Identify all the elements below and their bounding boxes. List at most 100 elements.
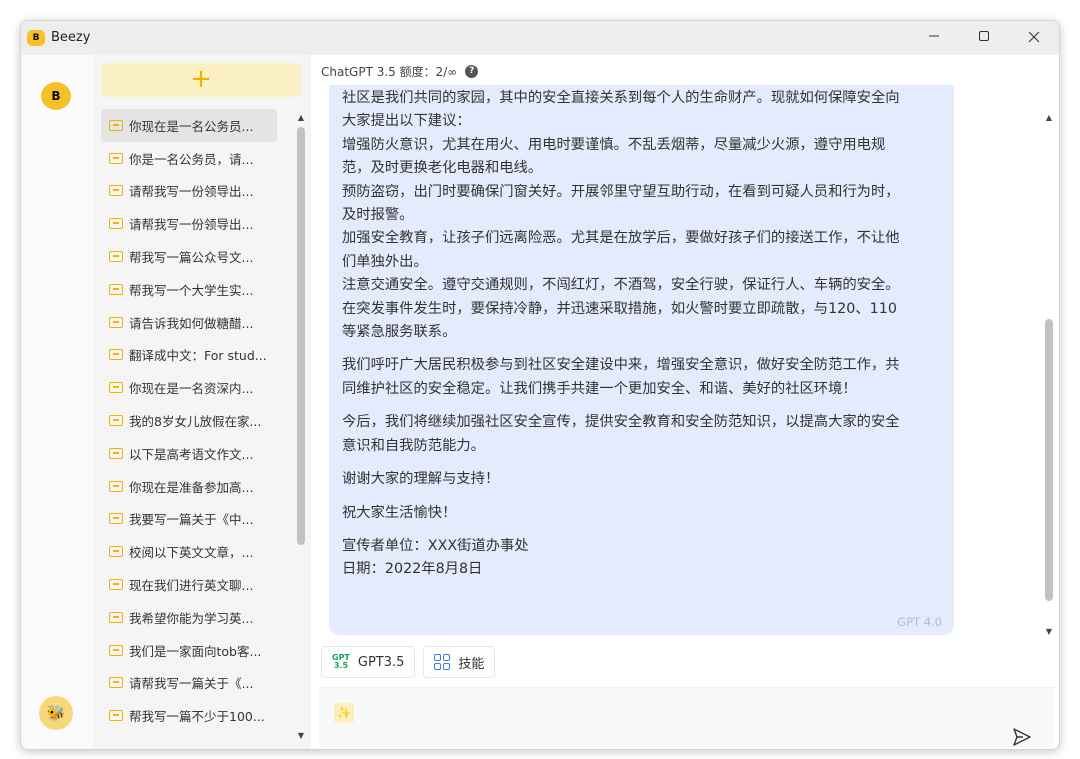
minimize-icon [929, 35, 939, 37]
sidebar-item-chat[interactable]: 校阅以下英文文章，... [101, 535, 277, 568]
chat-bubble-icon [109, 644, 123, 656]
sidebar-item-chat[interactable]: 我要写一篇关于《中... [101, 503, 277, 536]
chat-bubble-icon [109, 185, 123, 197]
message-input-area[interactable]: ✨ [319, 687, 1055, 747]
sidebar-item-label: 现在我们进行英文聊... [129, 578, 254, 594]
skills-button[interactable]: 技能 [423, 646, 496, 678]
sidebar-scrollbar[interactable]: ▲ ▼ [294, 109, 308, 749]
model-quota-bar: ChatGPT 3.5 额度：2/∞ ? [321, 61, 479, 81]
sidebar-item-label: 以下是高考语文作文... [129, 446, 254, 462]
sidebar-item-chat[interactable]: 帮我写一篇不少于100... [101, 699, 277, 732]
message-paragraph: 我们呼吁广大居民积极参与到社区安全建设中来，增强安全意识，做好安全防范工作，共同… [342, 354, 947, 401]
sidebar-item-label: 请帮我写一篇关于《... [129, 676, 254, 692]
chat-bubble-icon [109, 480, 123, 492]
new-chat-button[interactable]: + [101, 63, 301, 97]
sidebar-item-label: 你是一名公务员，请... [129, 151, 254, 167]
sidebar-item-chat[interactable]: 你现在是准备参加高... [101, 470, 277, 503]
sidebar-scroll-thumb[interactable] [297, 127, 305, 545]
assistant-message: 社区是我们共同的家园，其中的安全直接关系到每个人的生命财产。现就如何保障安全向大… [329, 85, 954, 635]
sidebar-item-chat[interactable]: 翻译成中文：For stud... [101, 339, 277, 372]
sidebar-item-label: 帮我写一篇不少于100... [129, 709, 265, 725]
sidebar-item-label: 我要写一篇关于《中... [129, 512, 254, 528]
sidebar-item-label: 请告诉我如何做糖醋... [129, 315, 254, 331]
sidebar-item-chat[interactable]: 你是一名公务员，请... [101, 142, 277, 175]
sidebar-item-chat[interactable]: 帮我写一篇公众号文... [101, 240, 277, 273]
bee-icon: 🐝 [46, 704, 66, 722]
chat-scrollbar[interactable]: ▲ ▼ [1042, 113, 1056, 645]
sidebar-item-chat[interactable]: 帮我写一个大学生实... [101, 273, 277, 306]
message-line: 及时报警。 [342, 207, 414, 224]
chat-bubble-icon [109, 447, 123, 459]
chat-bubble-icon [109, 316, 123, 328]
chat-bubble-icon [109, 119, 123, 131]
sidebar-item-chat[interactable]: 现在我们进行英文聊... [101, 568, 277, 601]
sidebar-item-label: 你现在是一名资深内... [129, 381, 254, 397]
beezy-logo-icon: B [51, 89, 61, 103]
sidebar-item-label: 你现在是一名公务员... [129, 118, 254, 134]
gpt35-model-button[interactable]: GPT 3.5 GPT3.5 [321, 646, 416, 678]
chat-bubble-icon [109, 611, 123, 623]
gpt-badge-icon: GPT 3.5 [332, 654, 350, 670]
sidebar-item-chat[interactable]: 你现在是一名资深内... [101, 371, 277, 404]
message-line: 宣传者单位：XXX街道办事处 [342, 537, 529, 554]
sidebar-item-label: 你现在是准备参加高... [129, 479, 254, 495]
title-bar: B Beezy [21, 21, 1059, 55]
message-line: 增强防火意识，尤其在用火、用电时要谨慎。不乱丢烟蒂，尽量减少火源，遵守用电规 [342, 136, 886, 153]
chat-scroll-thumb[interactable] [1045, 319, 1053, 601]
maximize-button[interactable] [967, 25, 1001, 51]
sidebar-item-label: 请帮我写一份领导出... [129, 184, 254, 200]
sidebar-item-label: 翻译成中文：For stud... [129, 348, 267, 364]
scroll-down-arrow-icon[interactable]: ▼ [1044, 627, 1054, 637]
sidebar-item-chat[interactable]: 你现在是一名公务员... [101, 109, 277, 142]
close-button[interactable] [1017, 25, 1051, 51]
sidebar-item-chat[interactable]: 我希望你能为学习英... [101, 601, 277, 634]
nav-rail: B 🐝 [21, 55, 93, 749]
chat-bubble-icon [109, 546, 123, 558]
sidebar-item-chat[interactable]: 我们是一家面向tob客... [101, 634, 277, 667]
message-line: 们单独外出。 [342, 253, 428, 270]
message-line: 意识和自我防范能力。 [342, 437, 485, 454]
beezy-logo-icon: B [27, 30, 45, 46]
grid-icon [434, 654, 451, 670]
message-content: 社区是我们共同的家园，其中的安全直接关系到每个人的生命财产。现就如何保障安全向大… [342, 87, 947, 592]
message-paragraph: 祝大家生活愉快！ [342, 502, 947, 525]
scroll-down-arrow-icon[interactable]: ▼ [296, 731, 306, 741]
message-line: 加强安全教育，让孩子们远离险恶。尤其是在放学后，要做好孩子们的接送工作，不让他 [342, 230, 900, 247]
chat-bubble-icon [109, 283, 123, 295]
sidebar-item-chat[interactable]: 以下是高考语文作文... [101, 437, 277, 470]
message-paragraph: 谢谢大家的理解与支持！ [342, 468, 947, 491]
question-icon[interactable]: ? [465, 64, 479, 78]
user-avatar-button[interactable]: 🐝 [39, 696, 73, 730]
magic-wand-icon[interactable]: ✨ [334, 703, 354, 723]
send-icon[interactable] [1011, 726, 1033, 748]
chat-bubble-icon [109, 415, 123, 427]
beezy-home-button[interactable]: B [41, 82, 71, 110]
app-window: B Beezy B 🐝 + 你现在是一名公务员... 你是一名公务员，请... 请帮… [20, 20, 1060, 750]
model-tag: GPT 4.0 [897, 615, 942, 629]
sidebar-item-chat[interactable]: 请帮我写一份领导出... [101, 175, 277, 208]
message-line: 等紧急服务联系。 [342, 324, 457, 341]
scroll-up-arrow-icon[interactable]: ▲ [1044, 113, 1054, 123]
message-line: 同维护社区的安全稳定。让我们携手共建一个更加安全、和谐、美好的社区环境！ [342, 380, 857, 397]
chat-bubble-icon [109, 349, 123, 361]
message-line: 大家提出以下建议： [342, 113, 471, 130]
sidebar-item-chat[interactable]: 请帮我写一份领导出... [101, 207, 277, 240]
chat-bubble-icon [109, 513, 123, 525]
window-title: Beezy [51, 30, 91, 45]
plus-icon: + [190, 64, 212, 94]
sidebar-item-chat[interactable]: 请帮我写一篇关于《... [101, 667, 277, 700]
message-paragraph: 宣传者单位：XXX街道办事处 日期：2022年8月8日 [342, 535, 947, 582]
message-line: 今后，我们将继续加强社区安全宣传，提供安全教育和安全防范知识，以提高大家的安全 [342, 414, 900, 431]
sidebar-item-chat[interactable]: 我的8岁女儿放假在家... [101, 404, 277, 437]
close-icon [1028, 31, 1040, 43]
chat-bubble-icon [109, 382, 123, 394]
chat-history-sidebar: + 你现在是一名公务员... 你是一名公务员，请... 请帮我写一份领导出... 请帮… [93, 55, 311, 749]
gpt-badge-bottom: 3.5 [333, 661, 349, 670]
model-quota-text: ChatGPT 3.5 额度：2/∞ [321, 64, 458, 79]
message-line: 预防盗窃，出门时要确保门窗关好。开展邻里守望互助行动，在看到可疑人员和行为时， [342, 183, 900, 200]
chat-bubble-icon [109, 218, 123, 230]
minimize-button[interactable] [917, 25, 951, 51]
sidebar-item-chat[interactable]: 请告诉我如何做糖醋... [101, 306, 277, 339]
chat-bubble-icon [109, 152, 123, 164]
scroll-up-arrow-icon[interactable]: ▲ [296, 113, 306, 123]
